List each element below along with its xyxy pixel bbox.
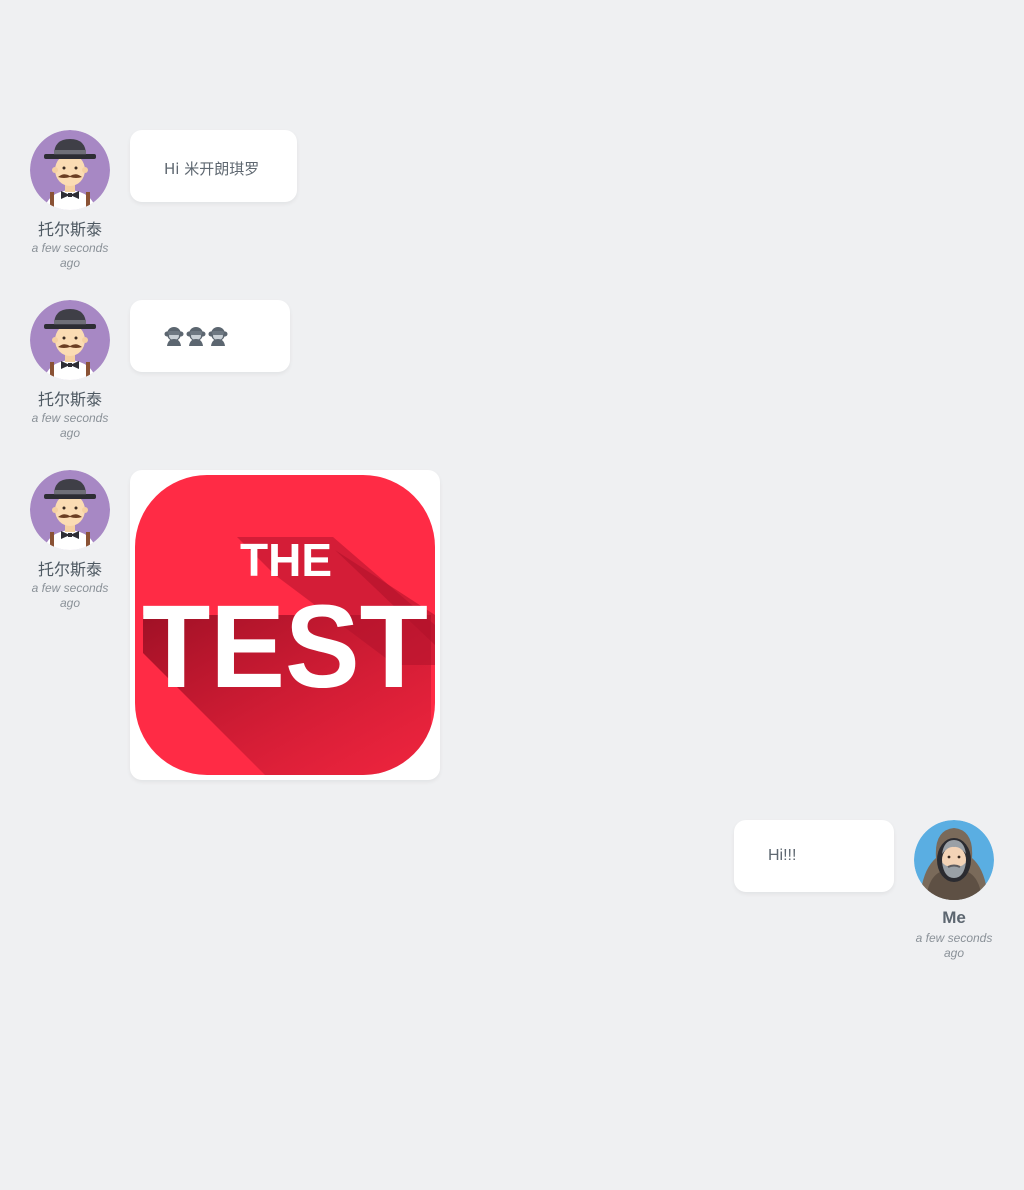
image-title-test: TEST (142, 581, 428, 713)
message-timestamp: a few seconds ago (31, 411, 109, 440)
man-with-bowler-hat-icon (30, 470, 110, 550)
message-bubble (130, 300, 290, 372)
message-timestamp: a few seconds ago (31, 581, 109, 610)
hooded-bearded-man-icon (914, 820, 994, 900)
message-image-bubble[interactable]: THE TEST (130, 470, 440, 780)
the-test-image: THE TEST (135, 475, 435, 775)
message-text: Hi 米开朗琪罗 (164, 160, 260, 178)
message-bubble: Hi!!! (734, 820, 894, 892)
message-bubble: Hi 米开朗琪罗 (130, 130, 297, 202)
avatar[interactable] (30, 130, 110, 210)
image-title-the: THE (240, 534, 332, 586)
message-author: Me (942, 908, 966, 927)
avatar[interactable] (30, 470, 110, 550)
man-with-bowler-hat-icon (30, 300, 110, 380)
message-timestamp: a few seconds ago (915, 931, 993, 960)
see-no-evil-monkey-icon (208, 326, 228, 346)
avatar[interactable] (914, 820, 994, 900)
man-with-bowler-hat-icon (30, 130, 110, 210)
message-author: 托尔斯泰 (37, 220, 102, 239)
message-author: 托尔斯泰 (37, 390, 102, 409)
emoji-row (164, 326, 228, 346)
see-no-evil-monkey-icon (164, 326, 184, 346)
see-no-evil-monkey-icon (186, 326, 206, 346)
message-author: 托尔斯泰 (37, 560, 102, 579)
message-timestamp: a few seconds ago (31, 241, 109, 270)
avatar[interactable] (30, 300, 110, 380)
message-text: Hi!!! (768, 847, 797, 864)
